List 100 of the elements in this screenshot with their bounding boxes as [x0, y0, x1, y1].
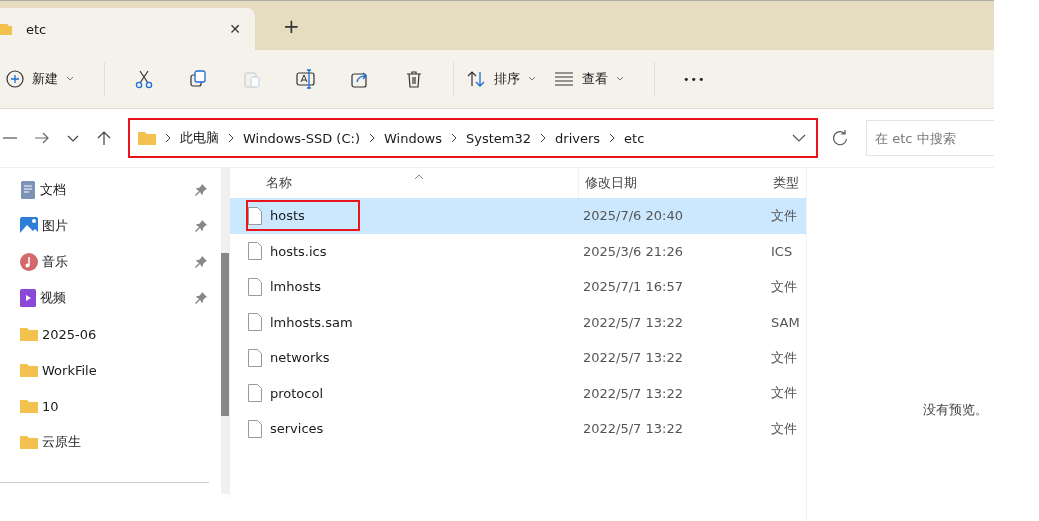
picture-icon [20, 217, 38, 235]
tab-title: etc [26, 21, 48, 37]
sidebar-label: 图片 [42, 217, 69, 235]
file-row[interactable]: hosts.ics 2025/3/6 21:26 ICS [230, 233, 806, 269]
file-row[interactable]: networks 2022/5/7 13:22 文件 [230, 340, 806, 376]
file-name: services [246, 413, 576, 445]
column-header[interactable]: 名称 [266, 168, 578, 198]
chevron-icon [540, 133, 547, 143]
film-icon [20, 289, 36, 307]
sidebar-item[interactable]: 文档 [20, 172, 209, 208]
file-name: hosts [246, 200, 360, 232]
document-icon [20, 181, 36, 199]
address-bar[interactable]: 此电脑 Windows-SSD (C:) Windows System32 drivers etc [128, 118, 818, 158]
sidebar-item[interactable]: WorkFile [20, 352, 209, 388]
file-icon [248, 384, 262, 403]
window-tab[interactable]: etc ✕ [0, 8, 255, 50]
column-header[interactable]: 类型 [767, 168, 806, 198]
modified-date: 2025/3/6 21:26 [582, 243, 684, 259]
sidebar-item[interactable]: 云原生 [20, 424, 209, 460]
file-name: hosts.ics [246, 235, 576, 267]
sidebar-label: 音乐 [42, 253, 69, 271]
preview-message: 没有预览。 [923, 401, 988, 419]
file-row[interactable]: lmhosts.sam 2022/5/7 13:22 SAM [230, 304, 806, 340]
breadcrumb-item[interactable]: Windows-SSD (C:) [243, 130, 360, 146]
file-icon [248, 242, 262, 261]
close-tab-button[interactable]: ✕ [223, 20, 247, 38]
modified-date: 2022/5/7 13:22 [582, 350, 684, 366]
file-type: 文件 [770, 384, 798, 403]
file-row[interactable]: protocol 2022/5/7 13:22 文件 [230, 375, 806, 411]
chevron-icon [609, 133, 616, 143]
file-icon [248, 348, 262, 367]
breadcrumb-item[interactable]: 此电脑 [180, 129, 219, 147]
sidebar-item[interactable]: 视频 [20, 280, 209, 316]
scrollbar-thumb[interactable] [221, 253, 229, 416]
file-type: 文件 [770, 419, 798, 438]
file-type: 文件 [770, 206, 798, 225]
sidebar-label: 视频 [40, 289, 67, 307]
sidebar-label: 文档 [40, 181, 67, 199]
file-type: SAM [770, 314, 801, 330]
dropdown-caret-icon[interactable] [792, 133, 806, 143]
modified-date: 2025/7/6 20:40 [582, 208, 684, 224]
new-button[interactable]: 新建 [6, 64, 82, 94]
folder-icon [0, 22, 12, 36]
breadcrumb-item[interactable]: drivers [555, 130, 601, 146]
file-icon [248, 419, 262, 438]
caret-icon [528, 76, 536, 82]
search-field[interactable]: 在 etc 中搜索 [866, 120, 994, 156]
folder-icon [138, 131, 156, 145]
sidebar-item[interactable]: 10 [20, 388, 209, 424]
folder-icon [20, 327, 38, 341]
sidebar-label: 云原生 [42, 433, 82, 451]
music-note-icon [20, 253, 38, 271]
clipboard-icon [242, 69, 262, 89]
folder-icon [20, 435, 38, 449]
trash-icon [404, 69, 424, 89]
rename-icon [295, 69, 317, 89]
folder-icon [20, 363, 38, 377]
sort-button[interactable]: 排序 [466, 64, 544, 94]
file-icon [248, 206, 262, 225]
file-type: ICS [770, 243, 794, 259]
modified-date: 2025/7/1 16:57 [582, 279, 684, 295]
file-name: lmhosts [246, 271, 576, 303]
up-icon[interactable] [96, 130, 112, 146]
scissors-icon [134, 69, 154, 89]
file-row[interactable]: lmhosts 2025/7/1 16:57 文件 [230, 269, 806, 305]
more-button[interactable]: ••• [677, 71, 712, 87]
file-name: networks [246, 342, 576, 374]
modified-date: 2022/5/7 13:22 [582, 314, 684, 330]
file-row[interactable]: services 2022/5/7 13:22 文件 [230, 411, 806, 447]
pin-icon [195, 184, 207, 196]
pin-icon [195, 292, 207, 304]
pin-icon [195, 220, 207, 232]
chevron-icon [165, 133, 171, 143]
file-name: protocol [246, 377, 576, 409]
refresh-icon [831, 129, 849, 147]
new-tab-button[interactable]: + [277, 12, 306, 39]
sort-icon [466, 70, 486, 88]
forward-icon[interactable] [34, 130, 50, 146]
plus-circle-icon [6, 70, 24, 88]
file-row[interactable]: hosts 2025/7/6 20:40 文件 [230, 198, 806, 234]
copy-icon [188, 69, 208, 89]
sidebar-item[interactable]: 图片 [20, 208, 209, 244]
modified-date: 2022/5/7 13:22 [582, 385, 684, 401]
modified-date: 2022/5/7 13:22 [582, 421, 684, 437]
view-button[interactable]: 查看 [554, 64, 632, 94]
breadcrumb-item[interactable]: System32 [466, 130, 532, 146]
caret-icon [66, 76, 74, 82]
caret-icon [616, 76, 624, 82]
file-type: 文件 [770, 348, 798, 367]
breadcrumb-item[interactable]: etc [624, 130, 645, 146]
sidebar-item[interactable]: 2025-06 [20, 316, 209, 352]
file-icon [248, 277, 262, 296]
breadcrumb-item[interactable]: Windows [383, 130, 442, 146]
file-type: 文件 [770, 277, 798, 296]
sidebar-label: 10 [42, 398, 60, 414]
file-icon [248, 313, 262, 332]
sidebar-item[interactable]: 音乐 [20, 244, 209, 280]
sidebar-label: 2025-06 [42, 326, 98, 342]
pin-icon [195, 256, 207, 268]
chevron-icon [451, 133, 457, 143]
